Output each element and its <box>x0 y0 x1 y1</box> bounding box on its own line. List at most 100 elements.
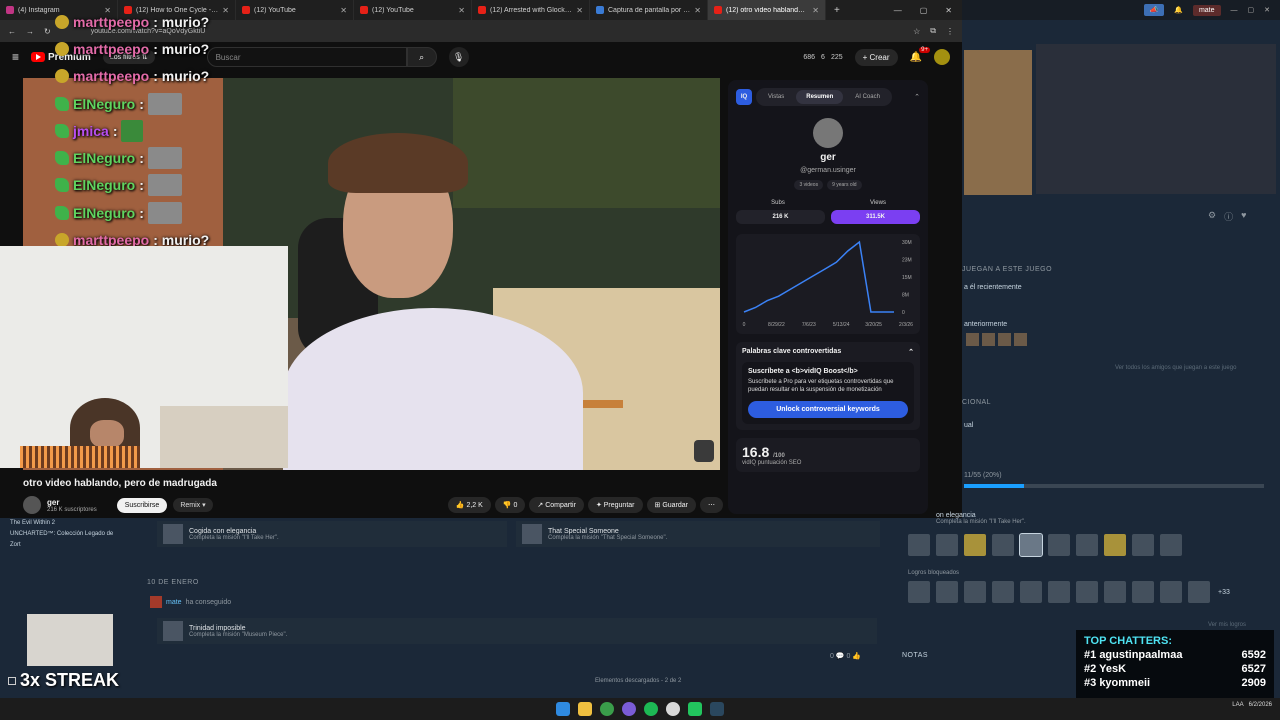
subscribe-button[interactable]: Suscribirse <box>116 497 168 513</box>
achievement-icon[interactable] <box>908 581 930 603</box>
ask-button[interactable]: ✦ Preguntar <box>587 497 643 513</box>
app-green-icon[interactable] <box>688 702 702 716</box>
tab-vistas[interactable]: Vistas <box>758 90 794 104</box>
like-button[interactable]: 👍 2,2 K <box>447 497 491 513</box>
achievement-icon[interactable] <box>1160 581 1182 603</box>
maximize-icon[interactable]: ▢ <box>1248 6 1255 14</box>
steam-icon[interactable] <box>710 702 724 716</box>
remix-button[interactable]: Remix ▾ <box>173 498 213 512</box>
achievement-icon[interactable] <box>908 534 930 556</box>
close-icon[interactable]: ✕ <box>812 6 819 15</box>
notifications-icon[interactable]: 🔔 9+ <box>910 46 930 63</box>
dislike-button[interactable]: 👎 0 <box>494 497 526 513</box>
minimize-icon[interactable]: — <box>894 6 902 15</box>
views-toggle[interactable]: 311.5K <box>831 210 920 224</box>
achievement-icon[interactable] <box>1132 534 1154 556</box>
reload-icon[interactable]: ↻ <box>44 27 51 36</box>
close-icon[interactable]: ✕ <box>1264 6 1270 14</box>
close-icon[interactable]: ✕ <box>576 6 583 15</box>
friend-avatar[interactable] <box>966 333 979 346</box>
achievement-card[interactable]: Trinidad imposible Completa la misión "Mu… <box>157 618 877 644</box>
unlock-keywords-button[interactable]: Unlock controversial keywords <box>748 400 908 418</box>
see-all-friends-link[interactable]: Ver todos los amigos que juegan a este j… <box>1115 365 1236 371</box>
user-avatar[interactable] <box>150 596 162 608</box>
collapse-icon[interactable]: ⌃ <box>908 348 914 356</box>
achievement-icon[interactable] <box>1076 581 1098 603</box>
earned-user[interactable]: mate <box>166 599 182 606</box>
subs-toggle[interactable]: 216 K <box>736 210 825 224</box>
achievement-icon[interactable] <box>964 534 986 556</box>
steam-user-menu[interactable]: mate <box>1192 4 1221 16</box>
tab-resumen[interactable]: Resumen <box>796 90 844 104</box>
browser-tab[interactable]: Captura de pantalla por Lightsh ✕ <box>590 0 708 20</box>
library-item[interactable]: UNCHARTED™: Colección Legado de <box>10 531 140 542</box>
more-achievements-count[interactable]: +33 <box>1218 589 1230 596</box>
achievement-icon[interactable] <box>992 581 1014 603</box>
collapse-icon[interactable]: ⌃ <box>914 93 920 101</box>
browser-tab[interactable]: (12) Arrested with Glock Switch ✕ <box>472 0 590 20</box>
obs-icon[interactable] <box>666 702 680 716</box>
achievement-icon[interactable] <box>936 581 958 603</box>
avatar[interactable] <box>934 49 950 65</box>
friend-avatar[interactable] <box>982 333 995 346</box>
see-my-achievements-link[interactable]: Ver mis logros <box>1208 622 1246 628</box>
tab-ai-coach[interactable]: AI Coach <box>845 90 890 104</box>
bookmark-icon[interactable]: ☆ <box>913 27 920 36</box>
channel-name[interactable]: ger <box>47 498 97 507</box>
achievement-icon[interactable] <box>1188 581 1210 603</box>
library-item[interactable]: Zort <box>10 542 140 553</box>
share-button[interactable]: ↗ Compartir <box>529 497 584 513</box>
windows-start-icon[interactable] <box>556 702 570 716</box>
minimize-icon[interactable]: — <box>1231 7 1238 14</box>
file-explorer-icon[interactable] <box>578 702 592 716</box>
new-tab-icon[interactable]: + <box>834 5 840 16</box>
friend-avatar[interactable] <box>998 333 1011 346</box>
search-icon[interactable]: ⌕ <box>406 47 437 67</box>
achievement-icon[interactable] <box>1076 534 1098 556</box>
achievement-icon[interactable] <box>1048 534 1070 556</box>
activity-counts[interactable]: 0 💬 0 👍 <box>830 652 861 660</box>
clock-date[interactable]: 6/2/2026 <box>1249 702 1272 708</box>
achievement-icon[interactable] <box>964 581 986 603</box>
achievement-icon[interactable] <box>1104 534 1126 556</box>
steam-notification-icon[interactable]: 🔔 <box>1174 6 1183 14</box>
achievement-icon[interactable] <box>1048 581 1070 603</box>
achievement-icon[interactable] <box>1160 534 1182 556</box>
chrome-icon[interactable] <box>600 702 614 716</box>
more-options-icon[interactable]: ⋯ <box>700 497 723 513</box>
achievement-icon[interactable] <box>992 534 1014 556</box>
discord-icon[interactable] <box>622 702 636 716</box>
browser-tab[interactable]: (12) YouTube ✕ <box>354 0 472 20</box>
close-icon[interactable]: ✕ <box>340 6 347 15</box>
achievement-icon[interactable] <box>936 534 958 556</box>
create-button[interactable]: + Crear <box>854 48 898 66</box>
steam-announce-icon[interactable]: 📣 <box>1143 4 1165 16</box>
forward-icon[interactable]: → <box>26 27 34 36</box>
close-icon[interactable]: ✕ <box>458 6 465 15</box>
close-icon[interactable]: ✕ <box>694 6 701 15</box>
channel-avatar[interactable] <box>23 496 41 514</box>
settings-icon[interactable]: ⚙ <box>1208 210 1216 223</box>
microphone-icon[interactable]: 🎙 <box>448 47 469 67</box>
achievement-icon[interactable] <box>1020 581 1042 603</box>
maximize-icon[interactable]: ▢ <box>920 6 928 15</box>
achievement-card[interactable]: That Special Someone Completa la misión "… <box>516 521 880 547</box>
achievement-icon[interactable] <box>1132 581 1154 603</box>
hamburger-menu-icon[interactable]: ≡ <box>12 50 19 64</box>
save-button[interactable]: ⊞ Guardar <box>646 497 696 513</box>
achievement-icon[interactable] <box>1104 581 1126 603</box>
info-icon[interactable]: ⓘ <box>1224 210 1233 223</box>
achievement-icon[interactable] <box>1019 533 1043 557</box>
library-item[interactable]: The Evil Within 2 <box>10 520 140 531</box>
menu-dots-icon[interactable]: ⋮ <box>946 27 954 36</box>
spotify-icon[interactable] <box>644 702 658 716</box>
favorite-icon[interactable]: ♥ <box>1241 210 1246 223</box>
extensions-icon[interactable]: ⧉ <box>930 26 936 36</box>
achievement-card[interactable]: Cogida con elegancia Completa la misión "… <box>157 521 507 547</box>
browser-tab-active[interactable]: (12) otro video hablando, p ✕ <box>708 0 826 20</box>
close-window-icon[interactable]: ✕ <box>945 6 952 15</box>
downloads-status[interactable]: Elementos descargados - 2 de 2 <box>595 678 681 684</box>
back-icon[interactable]: ← <box>8 27 16 36</box>
language-indicator[interactable]: LAA <box>1232 702 1243 708</box>
friend-avatar[interactable] <box>1014 333 1027 346</box>
